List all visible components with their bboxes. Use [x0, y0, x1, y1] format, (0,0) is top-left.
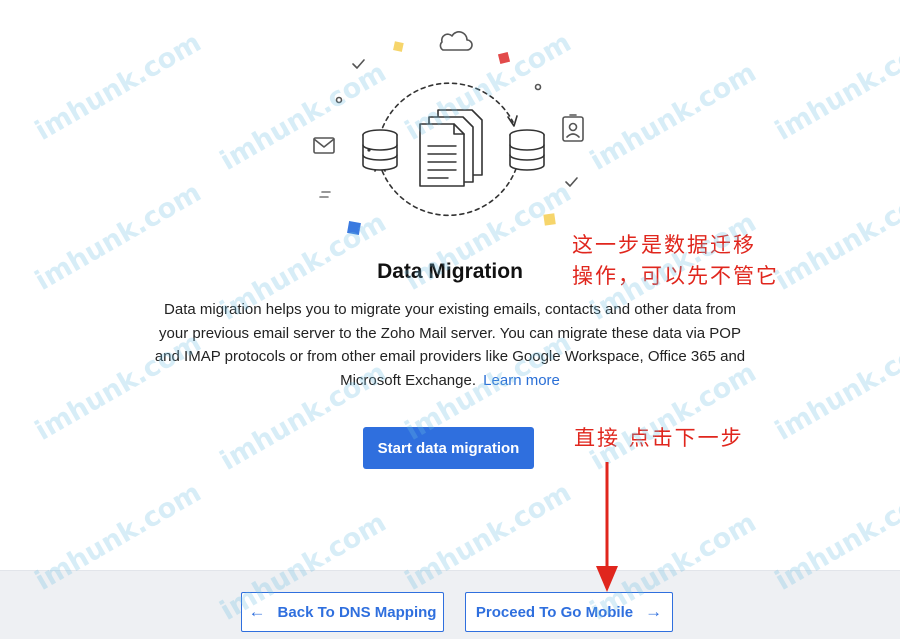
check-icon — [352, 59, 365, 69]
description-text: Data migration helps you to migrate your… — [154, 301, 746, 389]
watermark-text: imhunk.com — [770, 27, 900, 147]
back-button-label: Back To DNS Mapping — [277, 603, 437, 621]
check-icon — [565, 177, 578, 187]
red-pointer-arrow — [596, 462, 618, 592]
cloud-icon — [439, 31, 473, 51]
annotation-line-1: 这一步是数据迁移 — [572, 233, 756, 257]
learn-more-link[interactable]: Learn more — [483, 372, 560, 389]
start-data-migration-button[interactable]: Start data migration — [363, 427, 534, 469]
arrow-right-icon: → — [645, 602, 663, 621]
red-square — [497, 51, 511, 65]
documents-icon — [419, 109, 483, 187]
watermark-text: imhunk.com — [770, 327, 900, 447]
blue-square — [347, 221, 361, 235]
back-to-dns-mapping-button[interactable]: ← Back To DNS Mapping — [241, 592, 444, 632]
annotation-line-2: 操作，可以先不管它 — [572, 264, 779, 288]
description: Data migration helps you to migrate your… — [150, 298, 750, 392]
id-badge-icon — [562, 114, 584, 142]
arrow-left-icon: ← — [248, 602, 266, 621]
yellow-square — [393, 41, 404, 52]
proceed-to-go-mobile-button[interactable]: Proceed To Go Mobile → — [465, 592, 673, 632]
dot-icon — [534, 83, 542, 91]
watermark-text: imhunk.com — [585, 57, 762, 177]
annotation-note: 这一步是数据迁移 操作，可以先不管它 — [572, 230, 779, 292]
dot-icon — [335, 96, 343, 104]
next-button-label: Proceed To Go Mobile — [475, 603, 634, 621]
database-icon — [362, 129, 398, 171]
data-migration-illustration — [300, 20, 600, 245]
annotation-next-hint: 直接 点击下一步 — [574, 426, 744, 450]
watermark-text: imhunk.com — [30, 27, 207, 147]
footer-bar: ← Back To DNS Mapping Proceed To Go Mobi… — [0, 570, 900, 639]
database-icon — [509, 129, 545, 171]
mail-icon — [313, 137, 335, 154]
yellow-square-small — [543, 213, 556, 226]
